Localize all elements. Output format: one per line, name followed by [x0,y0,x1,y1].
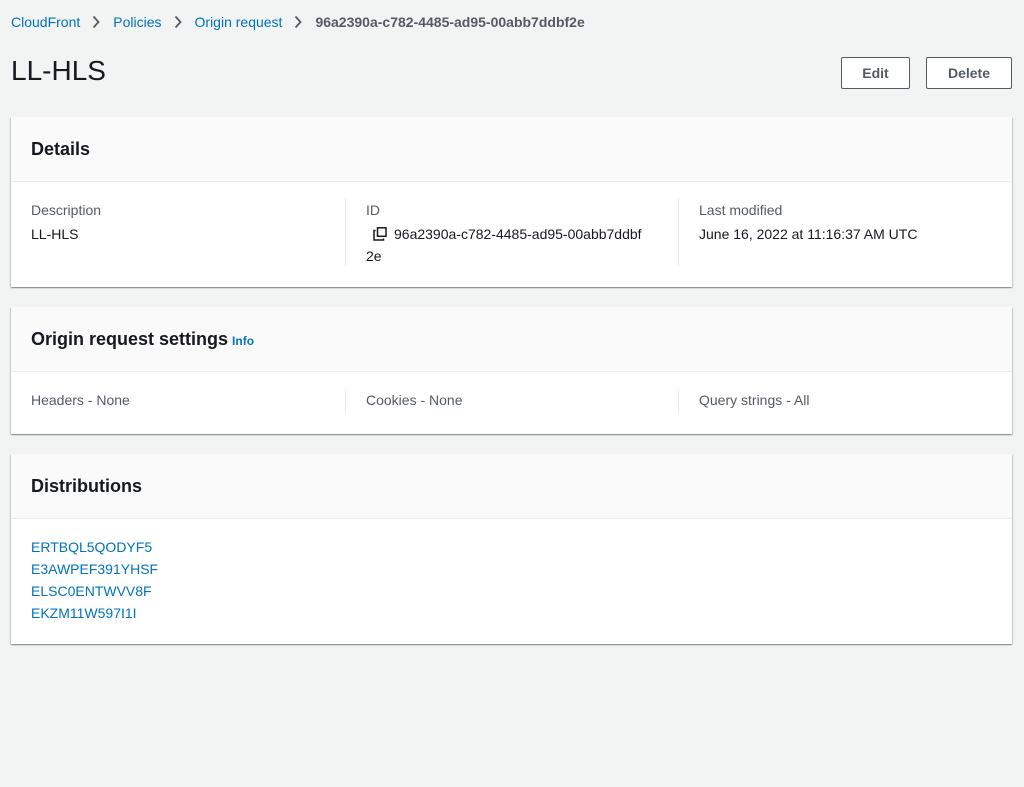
chevron-right-icon [92,15,100,29]
distributions-panel: Distributions ERTBQL5QODYF5 E3AWPEF391YH… [11,454,1012,644]
settings-header: Origin request settings Info [11,307,1012,372]
origin-request-settings-panel: Origin request settings Info Headers - N… [11,307,1012,434]
last-modified-field: Last modified June 16, 2022 at 11:16:37 … [699,201,999,245]
column-divider [345,198,346,266]
details-header: Details [11,117,1012,182]
cookies-setting: Cookies - None [366,392,463,408]
query-strings-setting: Query strings - All [699,392,810,408]
page: CloudFront Policies Origin request 96a23… [0,0,1024,787]
info-link[interactable]: Info [232,334,254,348]
distributions-header: Distributions [11,454,1012,519]
breadcrumb-policies[interactable]: Policies [113,14,161,30]
last-modified-label: Last modified [699,202,783,218]
breadcrumb-current: 96a2390a-c782-4485-ad95-00abb7ddbf2e [315,14,585,30]
distributions-list: ERTBQL5QODYF5 E3AWPEF391YHSF ELSC0ENTWVV… [11,519,1012,624]
description-field: Description LL-HLS [31,201,331,245]
details-title: Details [31,138,91,159]
delete-button[interactable]: Delete [926,57,1012,89]
chevron-right-icon [174,15,182,29]
settings-title: Origin request settings [31,328,229,349]
description-label: Description [31,202,102,218]
chevron-right-icon [294,15,303,29]
column-divider [345,389,346,413]
headers-setting: Headers - None [31,392,130,408]
distribution-link[interactable]: E3AWPEF391YHSF [31,558,1012,580]
column-divider [678,389,679,413]
column-divider [678,198,679,266]
breadcrumb: CloudFront Policies Origin request 96a23… [11,13,585,31]
description-value: LL-HLS [31,226,79,242]
last-modified-value: June 16, 2022 at 11:16:37 AM UTC [699,226,918,242]
breadcrumb-origin-request[interactable]: Origin request [195,14,283,30]
details-body: Description LL-HLS ID 96a2390a-c782-4485… [11,182,1012,286]
id-value-row: 96a2390a-c782-4485-ad95-00abb7ddbf [366,223,666,245]
page-title: LL-HLS [11,55,106,86]
settings-body: Headers - None Cookies - None Query stri… [11,372,1012,433]
breadcrumb-cloudfront[interactable]: CloudFront [11,14,80,30]
copy-icon[interactable] [366,223,394,245]
distribution-link[interactable]: EKZM11W597I1I [31,602,1012,624]
id-field: ID 96a2390a-c782-4485-ad95-00abb7ddbf 2e [366,201,666,267]
id-label: ID [366,202,380,218]
distribution-link[interactable]: ELSC0ENTWVV8F [31,580,1012,602]
details-panel: Details Description LL-HLS ID 96a2390a-c… [11,117,1012,287]
id-value-line2: 2e [366,248,382,264]
distributions-title: Distributions [31,475,142,496]
distribution-link[interactable]: ERTBQL5QODYF5 [31,536,1012,558]
id-value-line1: 96a2390a-c782-4485-ad95-00abb7ddbf [394,226,642,242]
edit-button[interactable]: Edit [841,57,910,89]
